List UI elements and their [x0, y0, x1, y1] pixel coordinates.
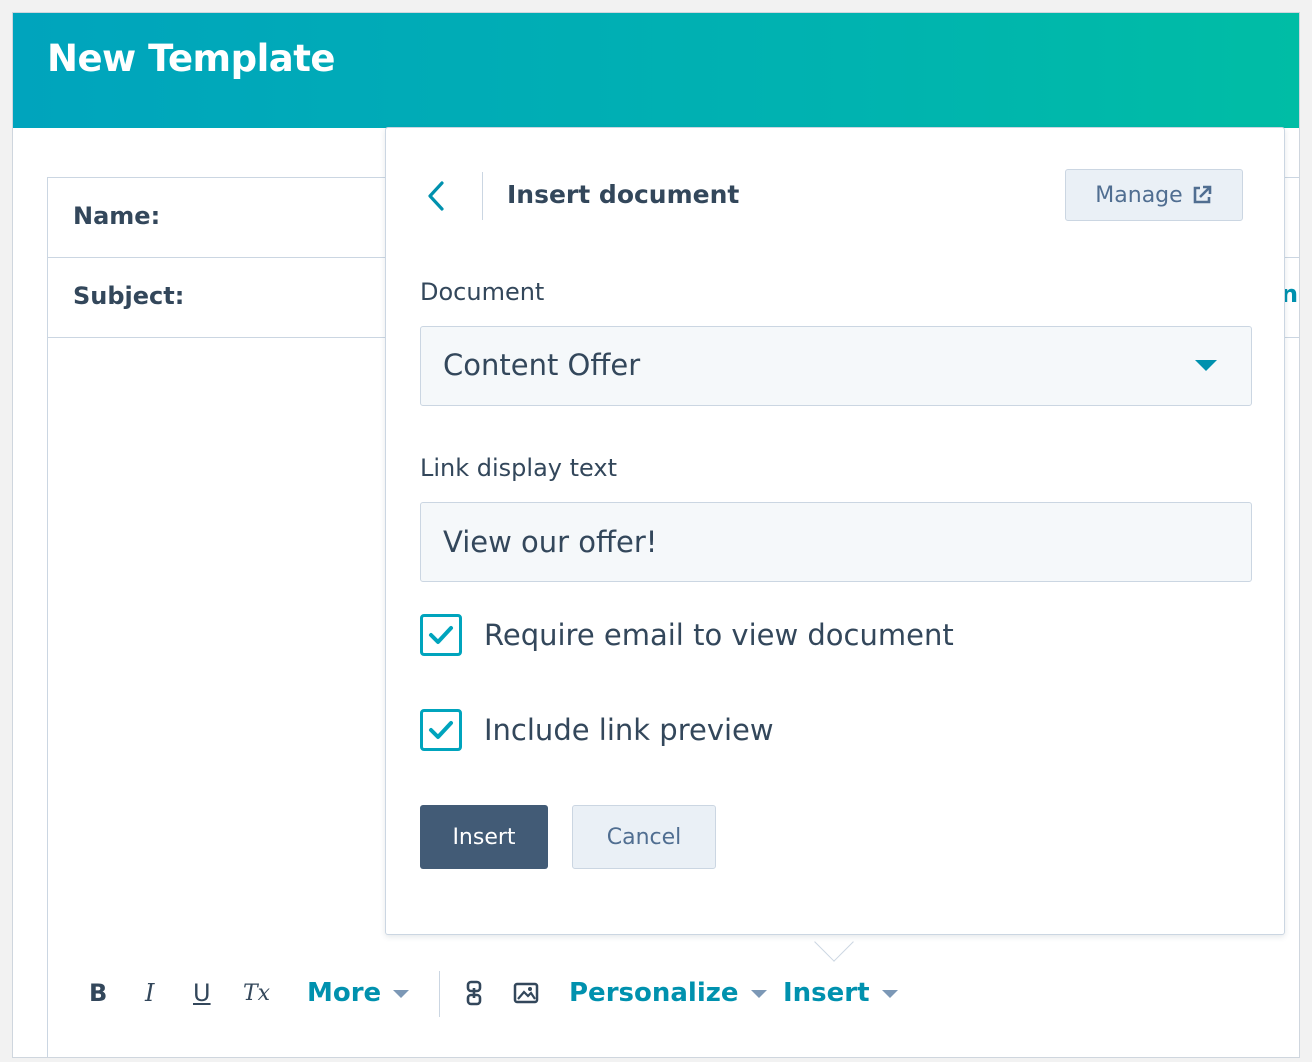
chevron-down-icon: [881, 990, 898, 998]
require-email-label: Require email to view document: [484, 618, 954, 652]
bold-button[interactable]: B: [89, 965, 107, 1021]
page-title: New Template: [47, 37, 336, 80]
insert-button[interactable]: Insert: [420, 805, 548, 869]
caret-down-icon: [1195, 360, 1217, 371]
link-icon: [466, 980, 482, 1006]
manage-button[interactable]: Manage: [1065, 169, 1243, 221]
include-preview-option[interactable]: Include link preview: [420, 708, 774, 752]
chevron-left-icon: [428, 181, 444, 211]
header-bar: New Template: [13, 13, 1299, 128]
subject-label: Subject:: [73, 282, 185, 310]
personalize-label: Personalize: [569, 978, 739, 1008]
back-button[interactable]: [416, 172, 456, 220]
insert-image-button[interactable]: [513, 965, 539, 1021]
chevron-down-icon: [393, 990, 410, 998]
editor-toolbar: B I U Tx More Personalize Insert: [47, 965, 947, 1021]
document-select[interactable]: Content Offer: [420, 326, 1252, 406]
checkmark-icon: [429, 721, 453, 739]
more-label: More: [307, 978, 382, 1008]
require-email-option[interactable]: Require email to view document: [420, 613, 954, 657]
clear-format-icon: Tx: [243, 980, 271, 1006]
include-preview-label: Include link preview: [484, 713, 774, 747]
italic-icon: I: [145, 979, 155, 1007]
insert-dropdown[interactable]: Insert: [783, 965, 898, 1021]
checkmark-icon: [429, 626, 453, 644]
popover-title: Insert document: [507, 180, 740, 209]
underline-icon: U: [193, 979, 211, 1007]
personalize-dropdown[interactable]: Personalize: [569, 965, 767, 1021]
image-icon: [513, 982, 539, 1004]
include-preview-checkbox[interactable]: [420, 709, 462, 751]
chevron-down-icon: [750, 990, 767, 998]
name-label: Name:: [73, 202, 161, 230]
insert-link-button[interactable]: [465, 965, 483, 1021]
clear-format-button[interactable]: Tx: [243, 965, 270, 1021]
bold-icon: B: [89, 979, 108, 1007]
external-link-icon: [1193, 185, 1211, 204]
header-divider: [482, 172, 483, 220]
cancel-button[interactable]: Cancel: [572, 805, 716, 869]
document-label: Document: [420, 278, 545, 306]
require-email-checkbox[interactable]: [420, 614, 462, 656]
document-select-value: Content Offer: [443, 348, 641, 382]
link-display-input[interactable]: [420, 502, 1252, 582]
insert-toolbar-label: Insert: [783, 978, 870, 1008]
italic-button[interactable]: I: [145, 965, 154, 1021]
link-display-label: Link display text: [420, 454, 617, 482]
toolbar-divider: [439, 971, 440, 1017]
manage-label: Manage: [1095, 182, 1183, 208]
underline-button[interactable]: U: [193, 965, 211, 1021]
insert-document-popover: Insert document Manage Document Content …: [385, 127, 1285, 935]
more-dropdown[interactable]: More: [307, 965, 410, 1021]
